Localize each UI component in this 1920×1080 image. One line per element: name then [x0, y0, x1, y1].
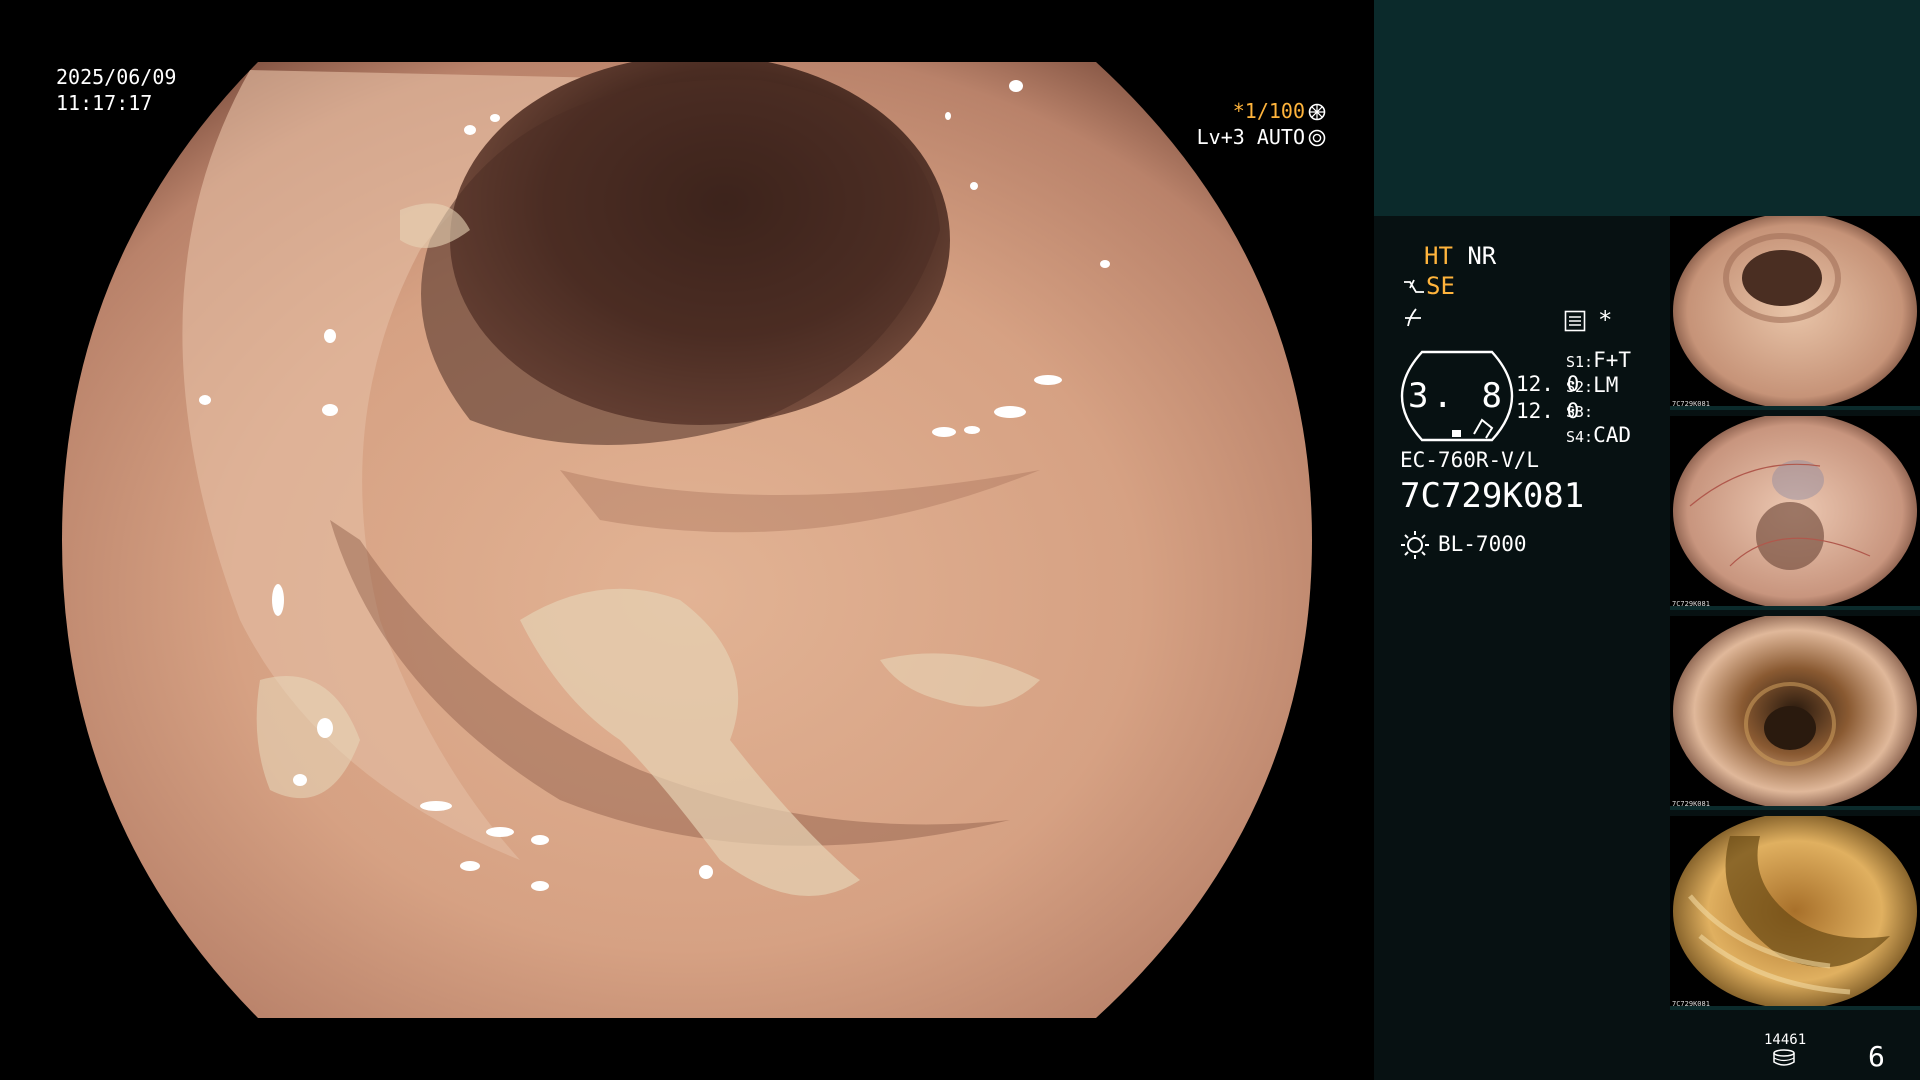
scope-serial: 7C729K081	[1400, 476, 1585, 516]
thumbnail-bar	[1670, 806, 1920, 810]
thumbnail-image	[1673, 616, 1917, 809]
processor-settings: HT NR SE * 3. 8 12. 0 12. 0 S1:F+T S2:LM…	[1374, 216, 1670, 1080]
brightness-level: Lv+3 AUTO	[1196, 125, 1305, 149]
exam-time: 11:17:17	[56, 91, 153, 115]
captured-images: 7C729K081 7C729K081 7C729K081 7C729K081	[1670, 216, 1920, 1010]
switch-slot-3: S3:	[1566, 403, 1594, 421]
endoscope-view: 2025/06/09 11:17:17 *1/100 Lv+3 AUTO	[0, 0, 1374, 1080]
thumbnail-3[interactable]: 7C729K081	[1670, 616, 1920, 810]
color-mode-line	[1402, 306, 1424, 334]
asterisk-indicator: *	[1598, 306, 1613, 334]
exam-date: 2025/06/09	[56, 65, 177, 89]
mode-nr: NR	[1467, 242, 1497, 270]
thumbnail-image	[1673, 216, 1917, 409]
thumbnail-bar	[1670, 1006, 1920, 1010]
shutter-icon	[1308, 103, 1326, 121]
mode-ht: HT	[1424, 242, 1453, 270]
menu-icon	[1564, 310, 1586, 332]
thumbnail-image	[1673, 416, 1917, 609]
color-mode-icon	[1405, 308, 1421, 327]
thumbnail-2[interactable]: 7C729K081	[1670, 416, 1920, 610]
switch-slot-1: S1:F+T	[1566, 348, 1632, 372]
light-source-model: BL-7000	[1438, 532, 1527, 556]
info-panel: HT NR SE * 3. 8 12. 0 12. 0 S1:F+T S2:LM…	[1374, 0, 1920, 1080]
storage-icon	[1773, 1049, 1795, 1066]
exposure-info: *1/100 Lv+3 AUTO	[1197, 98, 1326, 150]
light-source-icon	[1401, 531, 1429, 559]
iris-icon	[1308, 129, 1326, 147]
thumbnail-image	[1673, 816, 1917, 1009]
thumbnail-bar	[1670, 406, 1920, 410]
thumbnail-bar	[1670, 606, 1920, 610]
exam-datetime: 2025/06/09 11:17:17	[56, 64, 176, 116]
scope-model: EC-760R-V/L	[1400, 448, 1540, 472]
panel-header-area	[1374, 0, 1920, 216]
thumbnail-4[interactable]: 7C729K081	[1670, 816, 1920, 1010]
shutter-speed: *1/100	[1232, 99, 1305, 123]
image-count: 6	[1868, 1040, 1885, 1073]
mode-se: SE	[1426, 272, 1455, 300]
gauge-value: 3. 8	[1408, 376, 1506, 416]
switch-slot-4: S4:CAD	[1566, 423, 1632, 447]
thumbnail-1[interactable]: 7C729K081	[1670, 216, 1920, 410]
endoscopic-image	[62, 62, 1312, 1018]
switch-slot-2: S2:LM	[1566, 373, 1619, 397]
image-mode-line: HT NR	[1424, 242, 1496, 270]
structure-enhance-line: SE	[1402, 272, 1455, 300]
storage-count: 14461	[1764, 1032, 1807, 1048]
enhance-icon	[1404, 279, 1424, 293]
